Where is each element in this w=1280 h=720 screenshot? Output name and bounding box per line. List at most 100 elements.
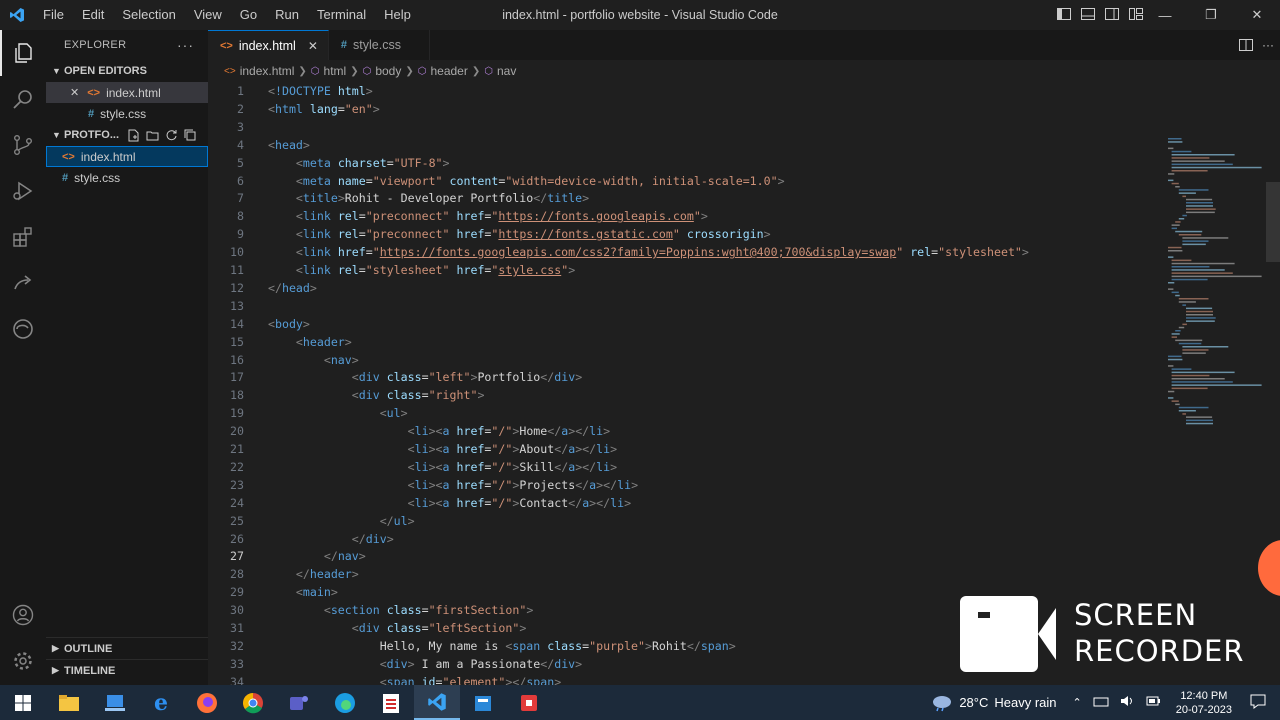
network-icon[interactable] [1093,694,1109,711]
manage-gear-icon[interactable] [0,638,46,684]
breadcrumb-item[interactable]: ⬡ header [418,64,468,78]
timeline-section[interactable]: ▶ TIMELINE [46,659,208,681]
file-tree-item-index[interactable]: <> index.html [46,146,208,167]
app-icon[interactable] [92,685,138,720]
code-line[interactable]: </div> [268,532,394,546]
teams-icon[interactable] [276,685,322,720]
file-tree-item-style[interactable]: # style.css [46,167,208,188]
code-line[interactable]: </nav> [268,549,366,563]
edge-icon[interactable] [322,685,368,720]
menu-run[interactable]: Run [266,0,308,30]
breadcrumb-item[interactable]: ⬡ nav [484,64,516,78]
code-line[interactable]: <li><a href="/">Skill</a></li> [268,460,618,474]
notepad-icon[interactable] [368,685,414,720]
code-line[interactable]: <div> I am a Passionate</div> [268,657,582,671]
notifications-icon[interactable] [1250,693,1266,712]
battery-icon[interactable] [1145,694,1161,711]
code-line[interactable]: <title>Rohit - Developer Portfolio</titl… [268,191,589,205]
close-tab-icon[interactable]: ✕ [308,39,318,53]
code-line[interactable]: <body> [268,317,310,331]
menu-selection[interactable]: Selection [113,0,184,30]
code-line[interactable]: </head> [268,281,317,295]
breadcrumb-item[interactable]: <> index.html [224,64,294,78]
toggle-secondary-sidebar-icon[interactable] [1104,6,1120,22]
minimap[interactable] [1162,112,1270,442]
breadcrumb-item[interactable]: ⬡ html [311,64,346,78]
menu-file[interactable]: File [34,0,73,30]
volume-icon[interactable] [1119,694,1135,711]
code-line[interactable]: <div class="leftSection"> [268,621,527,635]
code-line[interactable]: <link rel="preconnect" href="https://fon… [268,209,708,223]
tab-style-css[interactable]: # style.css [329,30,430,60]
split-editor-icon[interactable] [1238,37,1254,53]
live-share-icon[interactable] [0,260,46,306]
code-line[interactable]: <div class="left">Portfolio</div> [268,370,582,384]
edge-devtools-icon[interactable] [0,306,46,352]
menu-view[interactable]: View [185,0,231,30]
code-line[interactable]: <link href="https://fonts.googleapis.com… [268,245,1029,259]
code-line[interactable]: <li><a href="/">Home</a></li> [268,424,611,438]
code-line[interactable]: <span id="element"></span> [268,675,562,685]
menu-edit[interactable]: Edit [73,0,113,30]
code-line[interactable]: <ul> [268,406,408,420]
code-line[interactable]: <link rel="stylesheet" href="style.css"> [268,263,575,277]
code-line[interactable]: <li><a href="/">Projects</a></li> [268,478,638,492]
code-line[interactable]: <link rel="preconnect" href="https://fon… [268,227,771,241]
more-actions-icon[interactable]: ··· [177,37,194,53]
internet-explorer-icon[interactable]: e [138,685,184,720]
windows-start-icon[interactable] [0,685,46,720]
toggle-primary-sidebar-icon[interactable] [1056,6,1072,22]
refresh-icon[interactable] [165,129,178,142]
folder-section[interactable]: ▼ PROTFO... [46,124,208,146]
collapse-all-icon[interactable] [184,129,197,142]
screen-recorder-taskbar-icon[interactable] [506,685,552,720]
code-line[interactable]: <li><a href="/">Contact</a></li> [268,496,631,510]
open-editors-section[interactable]: ▼ OPEN EDITORS [46,60,208,82]
code-line[interactable]: <nav> [268,353,359,367]
search-icon[interactable] [0,76,46,122]
breadcrumb-item[interactable]: ⬡ body [363,64,402,78]
code-line[interactable]: <head> [268,138,310,152]
code-line[interactable]: Hello, My name is <span class="purple">R… [268,639,736,653]
code-line[interactable]: <header> [268,335,352,349]
code-line[interactable]: </ul> [268,514,415,528]
menu-terminal[interactable]: Terminal [308,0,375,30]
outline-section[interactable]: ▶ OUTLINE [46,637,208,659]
tab-index-html[interactable]: <> index.html ✕ [208,30,329,60]
weather-widget[interactable]: 28°C Heavy rain [931,694,1057,712]
new-folder-icon[interactable] [146,129,159,142]
calculator-icon[interactable] [460,685,506,720]
firefox-icon[interactable] [184,685,230,720]
system-clock[interactable]: 12:40 PM 20-07-2023 [1176,689,1232,717]
show-hidden-icons-chevron-icon[interactable]: ⌃ [1073,696,1082,709]
toggle-panel-icon[interactable] [1080,6,1096,22]
minimize-icon[interactable]: — [1142,0,1188,30]
new-file-icon[interactable] [127,129,140,142]
code-line[interactable]: <main> [268,585,338,599]
open-editor-item[interactable]: ✕ <> index.html [46,82,208,103]
editor-scrollbar[interactable] [1266,182,1280,262]
chrome-icon[interactable] [230,685,276,720]
explorer-icon[interactable] [0,30,46,76]
file-explorer-icon[interactable] [46,685,92,720]
run-debug-icon[interactable] [0,168,46,214]
close-editor-icon[interactable]: ✕ [70,86,79,99]
source-control-icon[interactable] [0,122,46,168]
menu-help[interactable]: Help [375,0,420,30]
restore-icon[interactable]: ❐ [1188,0,1234,30]
open-editor-item[interactable]: # style.css [46,103,208,124]
code-line[interactable]: </header> [268,567,359,581]
code-editor[interactable]: 1 <!DOCTYPE html> 2 <html lang="en"> 3 4 <head… [208,82,1280,685]
close-window-icon[interactable]: ✕ [1234,0,1280,30]
extensions-icon[interactable] [0,214,46,260]
code-line[interactable]: <html lang="en"> [268,102,380,116]
code-line[interactable]: <div class="right"> [268,388,485,402]
code-line[interactable]: <!DOCTYPE html> [268,84,373,98]
vscode-taskbar-icon[interactable] [414,685,460,720]
code-line[interactable]: <section class="firstSection"> [268,603,533,617]
code-line[interactable]: <li><a href="/">About</a></li> [268,442,618,456]
accounts-icon[interactable] [0,592,46,638]
editor-more-actions-icon[interactable]: ··· [1262,38,1274,52]
menu-go[interactable]: Go [231,0,266,30]
code-line[interactable]: <meta charset="UTF-8"> [268,156,450,170]
